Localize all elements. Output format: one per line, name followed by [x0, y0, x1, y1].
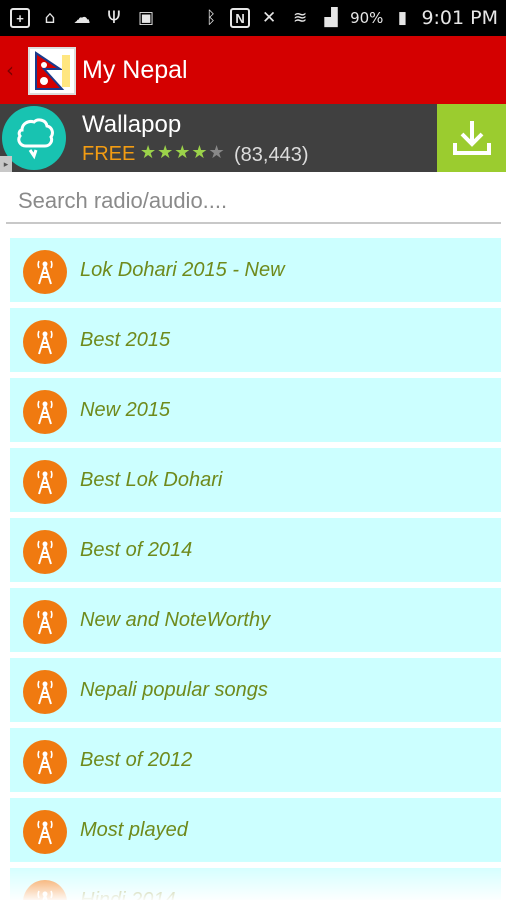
list-item-label: Best Lok Dohari — [80, 469, 223, 491]
app-title: My Nepal — [82, 56, 188, 84]
radio-tower-icon — [23, 460, 67, 504]
list-item[interactable]: Lok Dohari 2015 - New — [10, 238, 501, 302]
ad-banner[interactable]: Wallapop FREE ★★★★★ (83,443) ▸ — [0, 104, 506, 172]
radio-tower-icon — [23, 810, 67, 854]
app-logo[interactable] — [28, 47, 76, 95]
clock: 9:01 PM — [421, 7, 498, 29]
list-item-label: Best 2015 — [80, 329, 171, 351]
radio-tower-icon — [23, 530, 67, 574]
signal-icon: ▟ — [324, 8, 338, 28]
image-icon: ▣ — [137, 8, 155, 28]
list-item[interactable]: New 2015 — [10, 378, 501, 442]
ad-rating-stars: ★★★★★ — [140, 142, 226, 163]
radio-tower-icon — [23, 670, 67, 714]
list-item[interactable]: Nepali popular songs — [10, 658, 501, 722]
ad-price: FREE — [82, 143, 136, 165]
radio-list[interactable]: Lok Dohari 2015 - New Best 2015 New 2015 — [10, 238, 501, 900]
list-item-label: New and NoteWorthy — [80, 609, 271, 631]
list-item[interactable]: Most played — [10, 798, 501, 862]
list-item[interactable]: Best of 2012 — [10, 728, 501, 792]
home-icon: ⌂ — [44, 8, 56, 28]
download-button[interactable] — [437, 104, 506, 172]
radio-tower-icon — [23, 320, 67, 364]
radio-tower-icon — [23, 250, 67, 294]
action-bar: ‹ My Nepal — [0, 36, 506, 104]
radio-tower-icon — [23, 390, 67, 434]
snapchat-icon: ☁ — [73, 8, 91, 28]
ad-app-name: Wallapop — [82, 111, 182, 138]
download-icon — [452, 121, 491, 155]
list-item-label: New 2015 — [80, 399, 171, 421]
ad-rating-count: (83,443) — [234, 144, 309, 166]
list-item-label: Most played — [80, 819, 188, 841]
battery-icon: ▮ — [397, 8, 408, 28]
wifi-icon: ≋ — [292, 8, 308, 28]
list-item[interactable]: Best Lok Dohari — [10, 448, 501, 512]
list-item-label: Nepali popular songs — [80, 679, 268, 701]
list-item[interactable]: Hindi 2014 — [10, 868, 501, 900]
list-item-label: Hindi 2014 — [80, 889, 176, 900]
back-chevron-icon[interactable]: ‹ — [6, 58, 14, 82]
list-item-label: Best of 2014 — [80, 539, 193, 561]
ad-choices-icon[interactable]: ▸ — [0, 156, 12, 172]
battery-percent: 90% — [350, 9, 384, 27]
status-bar: + ⌂ ☁ Ψ ▣ ᛒ N ✕ ≋ ▟ 90% ▮ 9:01 PM — [0, 0, 506, 36]
system-icons: ᛒ N ✕ ≋ ▟ 90% ▮ 9:01 PM — [199, 5, 498, 31]
radio-tower-icon — [23, 740, 67, 784]
list-item-label: Lok Dohari 2015 - New — [80, 259, 285, 281]
search-input[interactable] — [6, 180, 501, 224]
usb-icon: Ψ — [107, 8, 121, 28]
bluetooth-icon: ᛒ — [205, 8, 217, 28]
notification-icons: + ⌂ ☁ Ψ ▣ — [10, 5, 158, 31]
list-item[interactable]: New and NoteWorthy — [10, 588, 501, 652]
nfc-icon: N — [230, 8, 251, 28]
mute-icon: ✕ — [261, 8, 277, 28]
list-item[interactable]: Best 2015 — [10, 308, 501, 372]
radio-tower-icon — [23, 880, 67, 900]
list-item-label: Best of 2012 — [80, 749, 193, 771]
radio-tower-icon — [23, 600, 67, 644]
list-item[interactable]: Best of 2014 — [10, 518, 501, 582]
plus-icon: + — [10, 8, 30, 28]
